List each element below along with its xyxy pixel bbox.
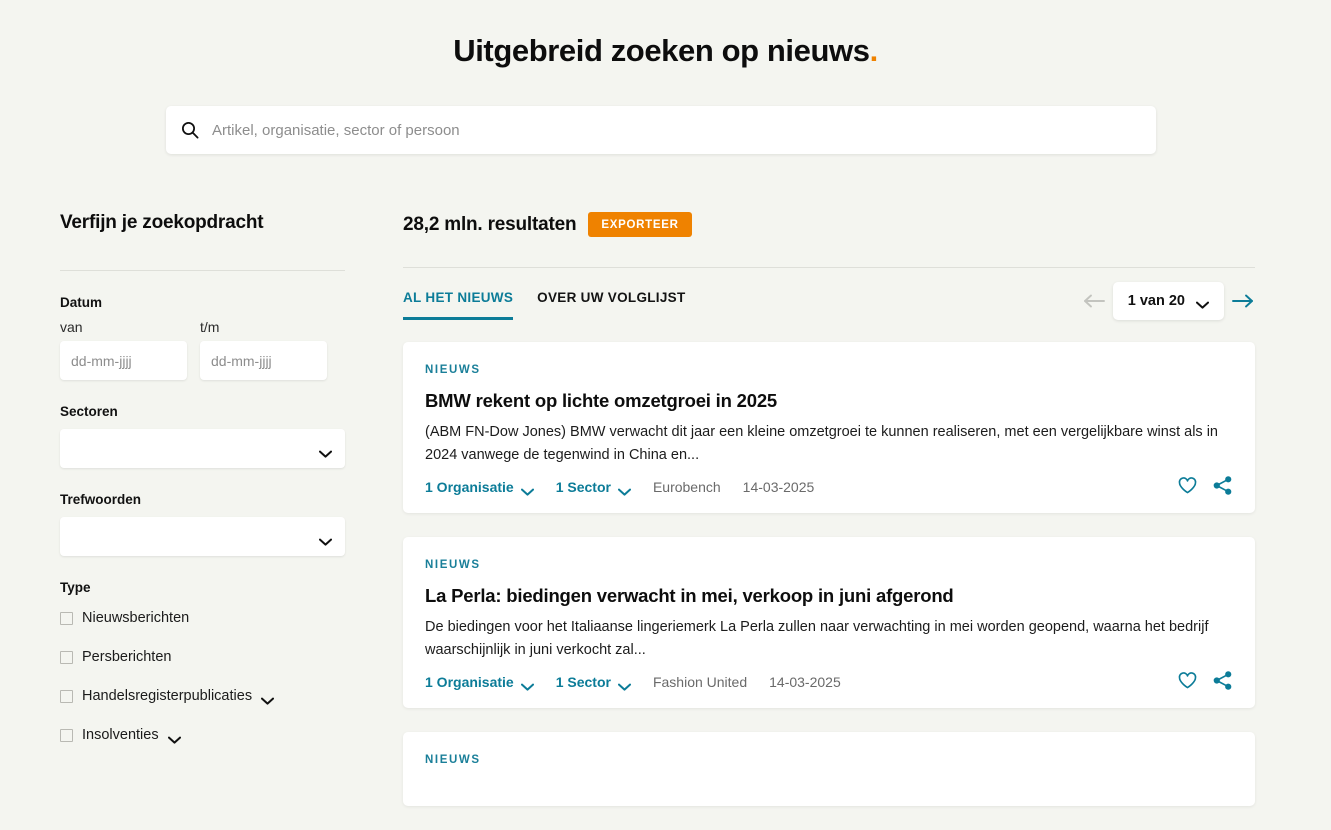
date-from-input[interactable] [60,341,187,380]
article-title[interactable]: La Perla: biedingen verwacht in mei, ver… [425,585,1233,607]
article-kicker: NIEUWS [425,559,481,571]
date-from-label: van [60,319,83,335]
page-title: Uitgebreid zoeken op nieuws. [0,0,1331,69]
sidebar-divider [60,270,345,271]
chevron-down-icon[interactable] [167,731,181,744]
page-select[interactable]: 1 van 20 [1112,282,1224,320]
results-panel: 28,2 mln. resultaten EXPORTEER AL HET NI… [403,212,1255,830]
page-title-dot: . [869,33,879,68]
arrow-left-icon[interactable] [1082,293,1106,309]
tab-over-uw-volglijst[interactable]: OVER UW VOLGLIJST [537,290,685,320]
type-option-insolventies[interactable]: Insolventies [60,724,360,746]
article-card[interactable]: NIEUWS BMW rekent op lichte omzetgroei i… [403,342,1255,513]
article-date: 14-03-2025 [769,674,841,690]
article-organisations-link[interactable]: 1 Organisatie [425,479,534,496]
article-list: NIEUWS BMW rekent op lichte omzetgroei i… [403,342,1255,806]
heart-icon[interactable] [1177,475,1198,496]
article-kicker: NIEUWS [425,364,481,376]
sectors-filter-label: Sectoren [60,404,118,419]
article-sectors-label: 1 Sector [555,674,611,690]
article-actions [1177,475,1233,496]
article-card[interactable]: NIEUWS La Perla: biedingen verwacht in m… [403,537,1255,708]
article-kicker: NIEUWS [425,754,481,766]
article-organisations-label: 1 Organisatie [425,479,514,495]
results-header: 28,2 mln. resultaten EXPORTEER [403,212,1255,237]
results-tabbar: AL HET NIEUWS OVER UW VOLGLIJST 1 van 20 [403,282,1255,334]
search-input[interactable] [212,121,1142,139]
article-organisations-link[interactable]: 1 Organisatie [425,674,534,691]
arrow-right-icon[interactable] [1231,293,1255,309]
page-select-label: 1 van 20 [1127,293,1185,309]
article-sectors-link[interactable]: 1 Sector [555,479,631,496]
date-to-input[interactable] [200,341,327,380]
type-option-label: Nieuwsberichten [82,610,190,626]
export-button[interactable]: EXPORTEER [588,212,692,237]
checkbox-icon[interactable] [60,689,73,703]
keywords-filter-label: Trefwoorden [60,492,142,507]
article-sectors-label: 1 Sector [555,479,611,495]
date-filter-label: Datum [60,295,103,310]
date-filter-row: van t/m [60,319,360,380]
article-card[interactable]: NIEUWS [403,732,1255,806]
chevron-down-icon [1196,297,1209,309]
sectors-select[interactable] [60,429,345,468]
date-from-group: van [60,319,187,380]
heart-icon[interactable] [1177,670,1198,691]
article-date: 14-03-2025 [742,479,815,495]
checkbox-icon[interactable] [60,611,73,625]
type-filter-list: Nieuwsberichten Persberichten Handelsreg… [60,607,360,746]
chevron-down-icon [520,678,534,691]
article-sectors-link[interactable]: 1 Sector [555,674,631,691]
filters-sidebar: Verfijn je zoekopdracht Datum van t/m Se… [60,212,360,763]
chevron-down-icon [617,483,631,496]
article-excerpt: (ABM FN-Dow Jones) BMW verwacht dit jaar… [425,424,1218,463]
type-option-label: Handelsregisterpublicaties [82,688,253,704]
date-to-group: t/m [200,319,327,380]
checkbox-icon[interactable] [60,650,73,664]
type-option-label: Persberichten [82,649,172,665]
type-option-persberichten[interactable]: Persberichten [60,646,360,668]
type-option-nieuwsberichten[interactable]: Nieuwsberichten [60,607,360,629]
tab-al-het-nieuws[interactable]: AL HET NIEUWS [403,290,514,320]
chevron-down-icon[interactable] [261,692,275,705]
chevron-down-icon [617,678,631,691]
sidebar-title: Verfijn je zoekopdracht [60,212,264,233]
type-filter-label: Type [60,580,91,595]
share-icon[interactable] [1212,475,1233,496]
type-option-label: Insolventies [82,727,159,743]
article-organisations-label: 1 Organisatie [425,674,514,690]
article-title[interactable]: BMW rekent op lichte omzetgroei in 2025 [425,390,1233,412]
pagination: 1 van 20 [1082,282,1255,320]
article-source: Fashion United [652,674,748,690]
results-divider [403,267,1255,268]
type-option-handelsregisterpublicaties[interactable]: Handelsregisterpublicaties [60,685,360,707]
results-count: 28,2 mln. resultaten [403,213,577,235]
article-meta: 1 Organisatie 1 Sector Eurobench 14-03-2… [425,479,1233,496]
checkbox-icon[interactable] [60,728,73,742]
article-source: Eurobench [652,479,721,495]
article-meta: 1 Organisatie 1 Sector Fashion United 14… [425,674,1233,691]
article-excerpt: De biedingen voor het Italiaanse lingeri… [425,619,1209,658]
share-icon[interactable] [1212,670,1233,691]
date-to-label: t/m [200,319,220,335]
search-bar[interactable] [166,106,1156,154]
keywords-select[interactable] [60,517,345,556]
chevron-down-icon [520,483,534,496]
chevron-down-icon [319,445,332,458]
article-actions [1177,670,1233,691]
tab-list: AL HET NIEUWS OVER UW VOLGLIJST [403,290,686,320]
search-icon [180,120,200,140]
chevron-down-icon [319,533,332,546]
page-title-text: Uitgebreid zoeken op nieuws [453,33,870,68]
